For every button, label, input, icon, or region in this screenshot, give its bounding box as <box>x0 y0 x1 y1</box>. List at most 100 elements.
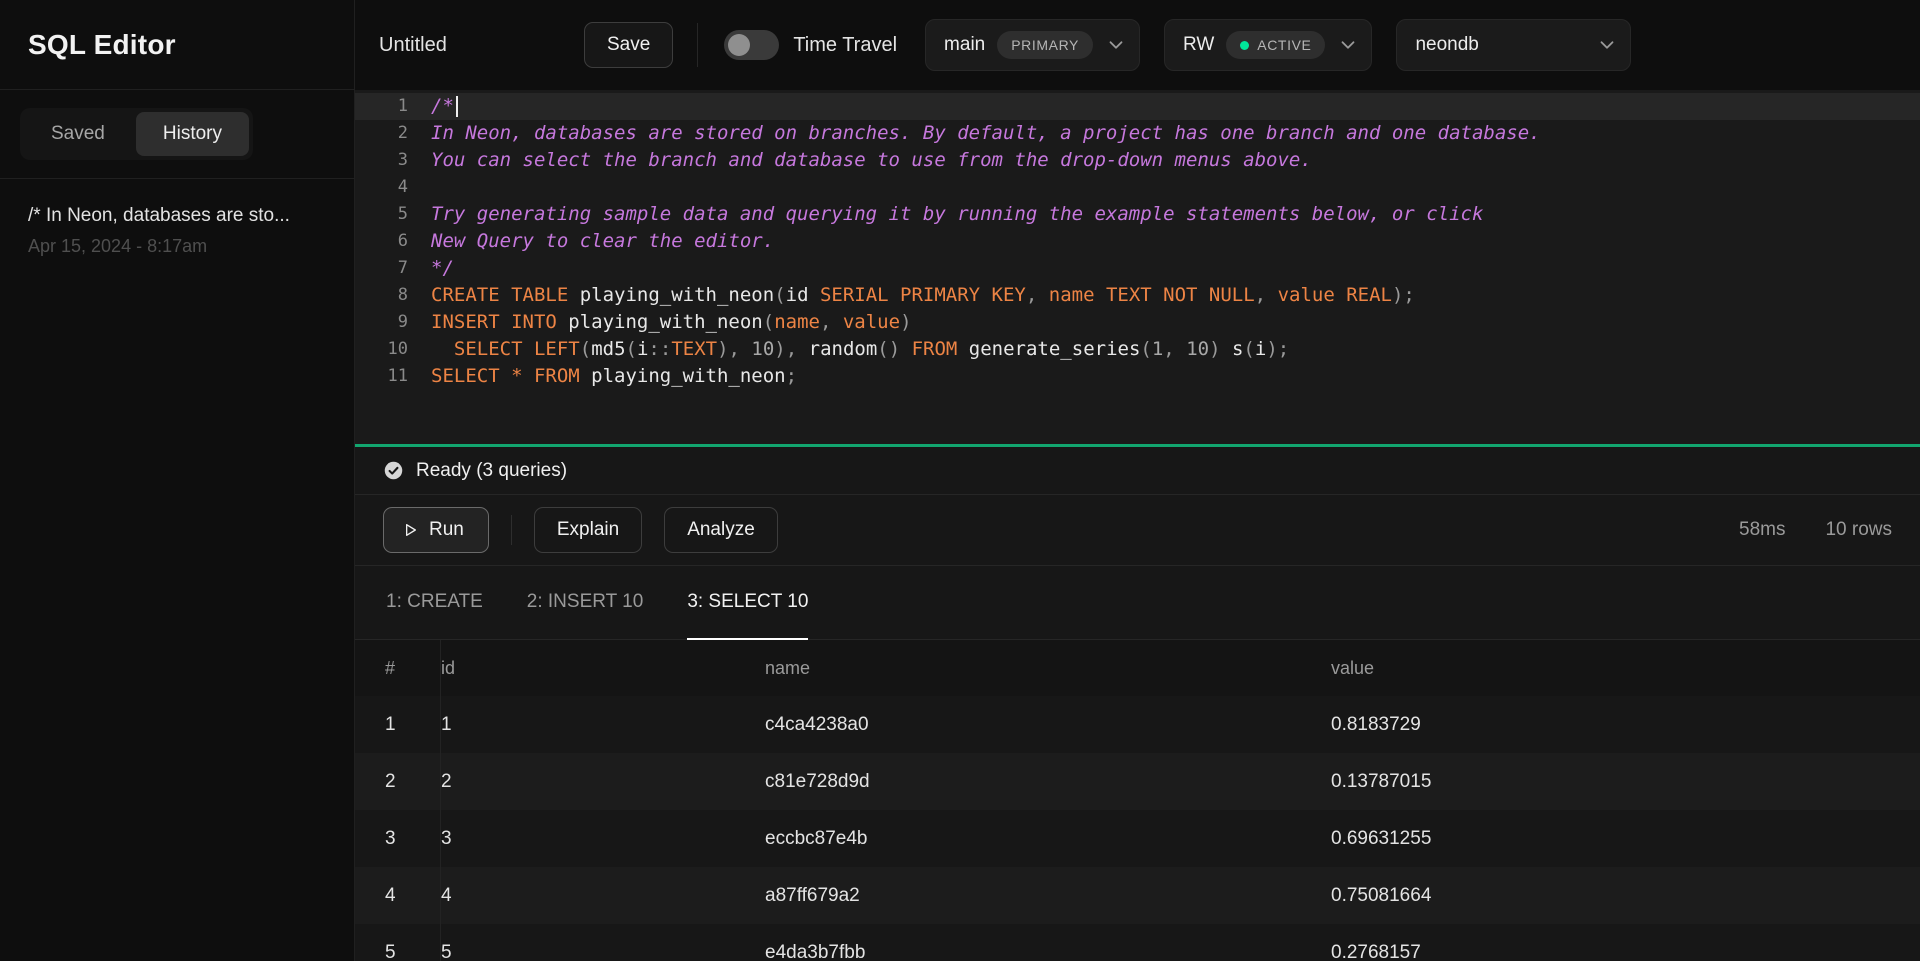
code-line[interactable]: 4 <box>355 174 1920 201</box>
status-bar: Ready (3 queries) <box>355 447 1920 495</box>
code-text: SELECT LEFT(md5(i::TEXT), 10), random() … <box>408 336 1289 363</box>
table-cell: 0.8183729 <box>1331 696 1920 753</box>
results-table: #idnamevalue11c4ca4238a00.818372922c81e7… <box>355 640 1920 961</box>
line-number: 6 <box>355 228 408 255</box>
page-title: SQL Editor <box>28 29 176 61</box>
compute-name: RW <box>1183 34 1214 56</box>
table-cell: 2 <box>441 753 765 810</box>
table-cell: a87ff679a2 <box>765 867 1331 924</box>
table-cell: 0.2768157 <box>1331 924 1920 961</box>
results-grid: #idnamevalue11c4ca4238a00.818372922c81e7… <box>355 640 1920 961</box>
table-row[interactable]: 11c4ca4238a00.8183729 <box>355 696 1920 753</box>
sidebar-header: SQL Editor <box>0 0 354 90</box>
compute-status-label: ACTIVE <box>1257 37 1311 53</box>
line-number: 2 <box>355 120 408 147</box>
tab-history[interactable]: History <box>136 112 249 156</box>
main-panel: Untitled Save Time Travel main PRIMARY R… <box>355 0 1920 961</box>
topbar-divider <box>697 23 698 67</box>
table-cell: c81e728d9d <box>765 753 1331 810</box>
table-row[interactable]: 44a87ff679a20.75081664 <box>355 867 1920 924</box>
code-line[interactable]: 9INSERT INTO playing_with_neon(name, val… <box>355 309 1920 336</box>
table-cell: 2 <box>355 753 441 810</box>
explain-button[interactable]: Explain <box>534 507 642 553</box>
table-cell: 0.75081664 <box>1331 867 1920 924</box>
table-cell: 5 <box>355 924 441 961</box>
history-item-title: /* In Neon, databases are sto... <box>28 205 326 227</box>
column-header: name <box>765 640 1331 696</box>
sidebar: SQL Editor Saved History /* In Neon, dat… <box>0 0 355 961</box>
result-tab-3-select-10[interactable]: 3: SELECT 10 <box>687 566 808 640</box>
code-line[interactable]: 6New Query to clear the editor. <box>355 228 1920 255</box>
code-line[interactable]: 5Try generating sample data and querying… <box>355 201 1920 228</box>
column-header: # <box>355 640 441 696</box>
table-cell: e4da3b7fbb <box>765 924 1331 961</box>
branch-select[interactable]: main PRIMARY <box>925 19 1140 71</box>
action-bar: Run Explain Analyze 58ms 10 rows <box>355 495 1920 566</box>
code-text: CREATE TABLE playing_with_neon(id SERIAL… <box>408 282 1415 309</box>
code-text: In Neon, databases are stored on branche… <box>408 120 1541 147</box>
chevron-down-icon <box>1337 34 1359 56</box>
code-text: SELECT * FROM playing_with_neon; <box>408 363 797 390</box>
line-number: 5 <box>355 201 408 228</box>
table-cell: 0.69631255 <box>1331 810 1920 867</box>
branch-name: main <box>944 34 985 56</box>
result-tab-2-insert-10[interactable]: 2: INSERT 10 <box>527 566 644 640</box>
analyze-button[interactable]: Analyze <box>664 507 778 553</box>
code-line[interactable]: 1/* <box>355 93 1920 120</box>
saved-history-segmented-control: Saved History <box>20 108 253 160</box>
code-text: INSERT INTO playing_with_neon(name, valu… <box>408 309 912 336</box>
code-line[interactable]: 10 SELECT LEFT(md5(i::TEXT), 10), random… <box>355 336 1920 363</box>
table-cell: 0.13787015 <box>1331 753 1920 810</box>
compute-status-badge: ACTIVE <box>1226 31 1325 59</box>
time-travel-label: Time Travel <box>793 34 897 57</box>
toggle-knob <box>728 34 750 56</box>
text-cursor <box>456 96 458 117</box>
table-cell: 4 <box>441 867 765 924</box>
save-button[interactable]: Save <box>584 22 673 68</box>
code-line[interactable]: 2In Neon, databases are stored on branch… <box>355 120 1920 147</box>
table-cell: 3 <box>441 810 765 867</box>
result-tab-1-create[interactable]: 1: CREATE <box>386 566 483 640</box>
code-text: /* <box>408 93 458 120</box>
run-button-label: Run <box>429 519 464 541</box>
table-header-row: #idnamevalue <box>355 640 1920 696</box>
tab-saved[interactable]: Saved <box>24 112 132 156</box>
history-list-item[interactable]: /* In Neon, databases are sto... Apr 15,… <box>28 205 326 257</box>
run-button[interactable]: Run <box>383 507 489 553</box>
table-cell: 4 <box>355 867 441 924</box>
history-list: /* In Neon, databases are sto... Apr 15,… <box>0 179 354 283</box>
sql-code-editor[interactable]: 1/*2In Neon, databases are stored on bra… <box>355 90 1920 447</box>
code-text: New Query to clear the editor. <box>408 228 774 255</box>
code-line[interactable]: 8CREATE TABLE playing_with_neon(id SERIA… <box>355 282 1920 309</box>
compute-select[interactable]: RW ACTIVE <box>1164 19 1372 71</box>
editor-lines: 1/*2In Neon, databases are stored on bra… <box>355 93 1920 390</box>
table-row[interactable]: 55e4da3b7fbb0.2768157 <box>355 924 1920 961</box>
database-select[interactable]: neondb <box>1396 19 1631 71</box>
query-metrics: 58ms 10 rows <box>1739 519 1892 541</box>
check-circle-icon <box>383 460 404 481</box>
table-cell: 1 <box>441 696 765 753</box>
code-line[interactable]: 7*/ <box>355 255 1920 282</box>
line-number: 8 <box>355 282 408 309</box>
sidebar-tab-bar: Saved History <box>0 90 354 179</box>
play-icon <box>402 522 418 538</box>
line-number: 4 <box>355 174 408 201</box>
status-text: Ready (3 queries) <box>416 460 567 482</box>
table-cell: c4ca4238a0 <box>765 696 1331 753</box>
line-number: 1 <box>355 93 408 120</box>
chevron-down-icon <box>1105 34 1127 56</box>
table-cell: 3 <box>355 810 441 867</box>
line-number: 9 <box>355 309 408 336</box>
row-count: 10 rows <box>1825 519 1892 541</box>
code-text: */ <box>408 255 454 282</box>
table-row[interactable]: 33eccbc87e4b0.69631255 <box>355 810 1920 867</box>
query-duration: 58ms <box>1739 519 1785 541</box>
query-name: Untitled <box>379 34 584 57</box>
time-travel-toggle[interactable] <box>724 30 779 60</box>
code-line[interactable]: 3You can select the branch and database … <box>355 147 1920 174</box>
table-cell: 5 <box>441 924 765 961</box>
result-tabs: 1: CREATE 2: INSERT 10 3: SELECT 10 <box>355 566 1920 640</box>
code-line[interactable]: 11SELECT * FROM playing_with_neon; <box>355 363 1920 390</box>
table-row[interactable]: 22c81e728d9d0.13787015 <box>355 753 1920 810</box>
line-number: 7 <box>355 255 408 282</box>
